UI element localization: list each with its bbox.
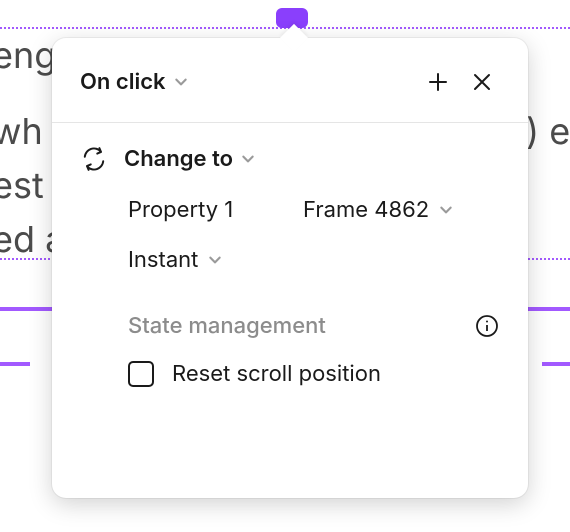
info-icon[interactable] bbox=[474, 313, 500, 339]
trigger-select[interactable]: On click bbox=[80, 69, 188, 95]
close-button[interactable] bbox=[460, 60, 504, 104]
variant-property-row: Property 1 Frame 4862 bbox=[128, 197, 500, 223]
animation-select[interactable]: Instant bbox=[128, 247, 222, 273]
frame-underline-2-left bbox=[0, 362, 30, 366]
add-interaction-button[interactable] bbox=[416, 60, 460, 104]
swap-icon bbox=[80, 145, 108, 173]
state-management-title: State management bbox=[128, 313, 326, 339]
reset-scroll-checkbox[interactable] bbox=[128, 361, 154, 387]
chevron-down-icon bbox=[208, 253, 222, 267]
animation-label: Instant bbox=[128, 247, 198, 273]
chevron-down-icon bbox=[439, 203, 453, 217]
popover-body: Change to Property 1 Frame 4862 Instant bbox=[52, 123, 528, 411]
reset-scroll-checkbox-row[interactable]: Reset scroll position bbox=[128, 361, 500, 387]
interaction-popover: On click bbox=[52, 38, 528, 498]
chevron-down-icon bbox=[241, 152, 255, 166]
action-row: Change to bbox=[80, 145, 500, 173]
variant-value-select[interactable]: Frame 4862 bbox=[303, 197, 453, 223]
trigger-label: On click bbox=[80, 69, 166, 95]
frame-underline-2-right bbox=[542, 362, 570, 366]
canvas-text-fragment: est bbox=[0, 158, 44, 212]
design-canvas: eng wh ) er est ed a On click bbox=[0, 0, 570, 532]
canvas-text-fragment: eng bbox=[0, 28, 56, 82]
reset-scroll-label: Reset scroll position bbox=[172, 361, 381, 387]
variant-value-label: Frame 4862 bbox=[303, 197, 429, 223]
chevron-down-icon bbox=[174, 75, 188, 89]
canvas-text-fragment: ) er bbox=[526, 104, 570, 158]
action-type-label: Change to bbox=[124, 146, 233, 172]
canvas-text-fragment: wh bbox=[0, 104, 43, 158]
popover-header: On click bbox=[52, 38, 528, 123]
variant-property-name: Property 1 bbox=[128, 197, 303, 223]
action-type-select[interactable]: Change to bbox=[124, 146, 255, 172]
state-management-section-header: State management bbox=[128, 313, 500, 339]
